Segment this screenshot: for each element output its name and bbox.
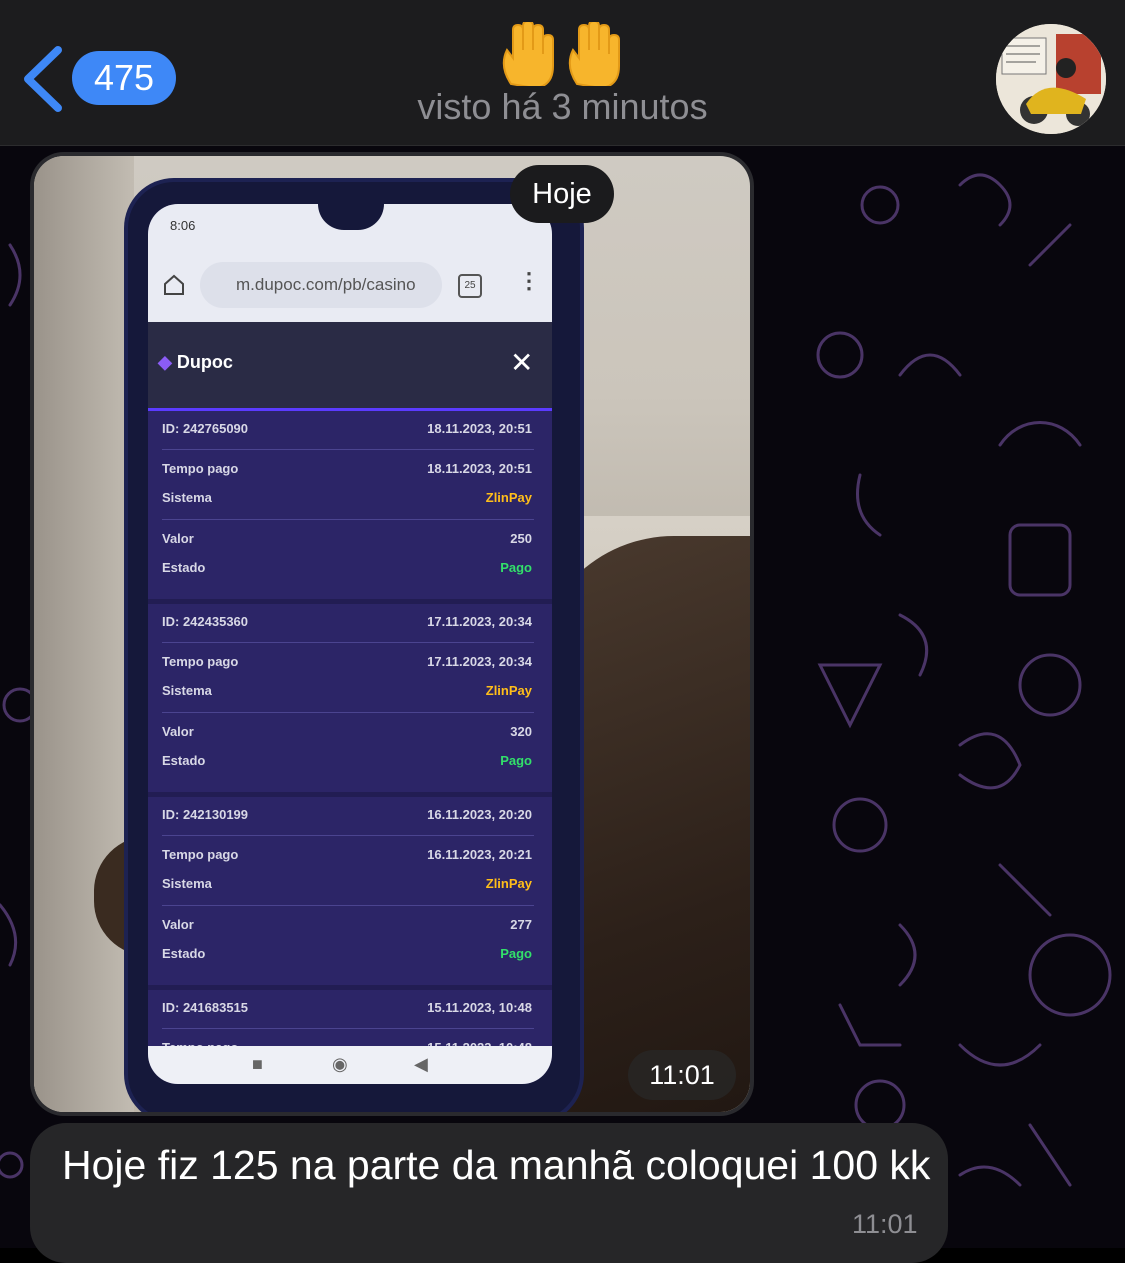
text-message-bubble[interactable]: Hoje fiz 125 na parte da manhã coloquei … [30,1123,948,1263]
app-logo: ◆ Dupoc [158,352,233,373]
paid-time-value: 16.11.2023, 20:21 [427,847,532,862]
record-row: Sistema ZlinPay [162,683,532,705]
record-row: Valor 250 [162,531,532,553]
record-divider [162,1028,534,1029]
value-label: Valor [162,531,194,546]
browser-url-bar: m.dupoc.com/pb/casino 25 ⋮ [148,244,552,322]
value-label: Valor [162,917,194,932]
transaction-record: ID: 242130199 16.11.2023, 20:20 Tempo pago… [148,797,552,991]
record-row: Tempo pago 16.11.2023, 20:21 [162,847,532,869]
phone-status-time: 8:06 [170,218,196,233]
transaction-id: ID: 242130199 [162,807,249,822]
value-amount: 277 [510,917,532,932]
record-row: ID: 242765090 18.11.2023, 20:51 [162,421,532,443]
record-row: ID: 242435360 17.11.2023, 20:34 [162,614,532,636]
message-text: Hoje fiz 125 na parte da manhã coloquei … [62,1142,931,1188]
record-row: ID: 241683515 15.11.2023, 10:48 [162,1000,532,1022]
date-badge: Hoje [510,165,614,223]
close-icon: ✕ [510,347,534,378]
record-row: Estado Pago [162,560,532,582]
paid-time-label: Tempo pago [162,654,239,669]
system-label: Sistema [162,876,212,891]
raised-hand-emoji-icon [502,19,620,90]
home-icon [164,274,184,295]
system-value: ZlinPay [485,876,532,891]
record-row: Sistema ZlinPay [162,876,532,898]
app-name: Dupoc [176,352,233,372]
state-value: Pago [500,560,532,575]
chat-title[interactable] [497,19,633,90]
value-amount: 250 [510,531,532,546]
system-value: ZlinPay [485,490,532,505]
photo-wall-shade [34,156,134,1112]
system-label: Sistema [162,490,212,505]
record-divider [162,642,534,643]
back-triangle-icon: ◀ [414,1054,428,1074]
state-value: Pago [500,946,532,961]
record-row: Estado Pago [162,753,532,775]
transaction-date: 18.11.2023, 20:51 [427,421,532,436]
logo-icon: ◆ [158,352,172,372]
value-amount: 320 [510,724,532,739]
transaction-date: 15.11.2023, 10:48 [427,1000,532,1015]
app-header: ◆ Dupoc ✕ [148,322,552,411]
record-row: Valor 320 [162,724,532,746]
paid-time-value: 18.11.2023, 20:51 [427,461,532,476]
record-row: Tempo pago 18.11.2023, 20:51 [162,461,532,483]
browser-url: m.dupoc.com/pb/casino [200,262,442,308]
transaction-date: 16.11.2023, 20:20 [427,807,532,822]
photo[interactable]: 8:06 m.dupoc.com/pb/casino 25 ⋮ ◆ Dupoc [34,156,750,1112]
state-value: Pago [500,753,532,768]
avatar[interactable] [996,24,1106,134]
record-row: ID: 242130199 16.11.2023, 20:20 [162,807,532,829]
record-divider [162,835,534,836]
system-value: ZlinPay [485,683,532,698]
transaction-id: ID: 242765090 [162,421,249,436]
transaction-record: ID: 242435360 17.11.2023, 20:34 Tempo pago… [148,604,552,798]
transaction-id: ID: 241683515 [162,1000,249,1015]
paid-time-value: 17.11.2023, 20:34 [427,654,532,669]
photo-message-bubble[interactable]: 8:06 m.dupoc.com/pb/casino 25 ⋮ ◆ Dupoc [30,152,754,1116]
record-row: Sistema ZlinPay [162,490,532,512]
record-divider [162,519,534,520]
state-label: Estado [162,946,206,961]
last-seen-status: visto há 3 minutos [417,86,708,127]
record-divider [162,712,534,713]
more-vert-icon: ⋮ [518,268,540,293]
record-row: Tempo pago 17.11.2023, 20:34 [162,654,532,676]
android-nav-bar: ■ ◉ ◀ [148,1046,552,1084]
phone-screen: 8:06 m.dupoc.com/pb/casino 25 ⋮ ◆ Dupoc [148,204,552,1084]
recent-apps-icon: ■ [252,1054,263,1074]
message-timestamp: 11:01 [852,1209,918,1239]
system-label: Sistema [162,683,212,698]
transaction-date: 17.11.2023, 20:34 [427,614,532,629]
record-divider [162,905,534,906]
transaction-id: ID: 242435360 [162,614,249,629]
home-circle-icon: ◉ [332,1054,348,1074]
state-label: Estado [162,753,206,768]
value-label: Valor [162,724,194,739]
state-label: Estado [162,560,206,575]
transaction-record: ID: 242765090 18.11.2023, 20:51 Tempo pago… [148,411,552,605]
contact-avatar-image [996,24,1106,134]
paid-time-label: Tempo pago [162,461,239,476]
record-row: Estado Pago [162,946,532,968]
paid-time-label: Tempo pago [162,847,239,862]
photo-timestamp: 11:01 [628,1050,736,1100]
record-row: Valor 277 [162,917,532,939]
chat-header: 475 visto há 3 minutos [0,0,1125,146]
record-divider [162,449,534,450]
phone-in-photo: 8:06 m.dupoc.com/pb/casino 25 ⋮ ◆ Dupoc [128,182,580,1112]
tab-count: 25 [458,274,482,298]
